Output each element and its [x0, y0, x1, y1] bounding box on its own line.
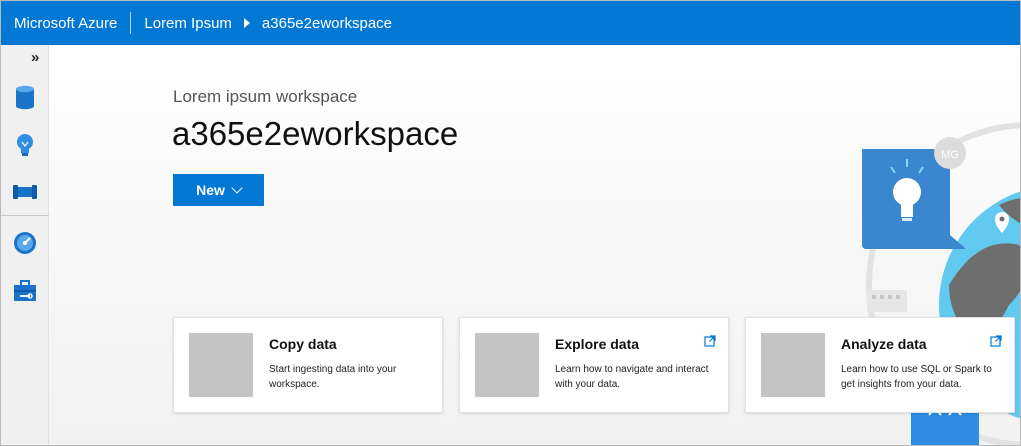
- card-explore-data[interactable]: Explore data Learn how to navigate and i…: [459, 317, 729, 413]
- new-button-label: New: [196, 182, 225, 198]
- card-analyze-data[interactable]: Analyze data Learn how to use SQL or Spa…: [745, 317, 1015, 413]
- pipeline-icon[interactable]: [11, 178, 39, 206]
- expand-sidebar-button[interactable]: »: [31, 49, 39, 66]
- card-title: Copy data: [269, 336, 337, 352]
- breadcrumb-current: a365e2eworkspace: [261, 14, 393, 32]
- external-link-icon[interactable]: [990, 335, 1002, 347]
- monitor-gauge-icon[interactable]: [11, 229, 39, 257]
- page-title: a365e2eworkspace: [172, 115, 459, 152]
- card-description: Learn how to use SQL or Spark to get ins…: [841, 364, 992, 390]
- lightbulb-icon[interactable]: [11, 131, 39, 159]
- avatar-initials: MG: [941, 149, 959, 161]
- top-bar: Microsoft Azure Lorem Ipsum a365e2eworks…: [1, 1, 1020, 45]
- database-icon[interactable]: [11, 83, 39, 111]
- card-thumbnail: [761, 333, 825, 397]
- workspace-subtitle: Lorem ipsum workspace: [173, 87, 358, 106]
- card-title: Explore data: [555, 336, 640, 352]
- card-title: Analyze data: [841, 336, 927, 352]
- app-window: Microsoft Azure Lorem Ipsum a365e2eworks…: [0, 0, 1021, 446]
- card-description: Learn how to navigate and interact with …: [555, 364, 709, 390]
- main-content: Lorem ipsum workspace a365e2eworkspace N…: [49, 45, 1020, 445]
- breadcrumb-separator-icon: [243, 18, 250, 28]
- toolbox-icon[interactable]: [11, 277, 39, 305]
- left-sidebar: »: [1, 45, 49, 445]
- card-description: Start ingesting data into your workspace…: [269, 364, 397, 390]
- card-copy-data[interactable]: Copy data Start ingesting data into your…: [173, 317, 443, 413]
- card-thumbnail: [475, 333, 539, 397]
- external-link-icon[interactable]: [704, 335, 716, 347]
- card-thumbnail: [189, 333, 253, 397]
- breadcrumb-lorem-ipsum[interactable]: Lorem Ipsum: [131, 15, 232, 32]
- sidebar-divider: [1, 215, 49, 216]
- brand-link[interactable]: Microsoft Azure: [1, 15, 130, 32]
- chevron-down-icon: [231, 181, 243, 194]
- new-dropdown-button[interactable]: New: [173, 174, 264, 206]
